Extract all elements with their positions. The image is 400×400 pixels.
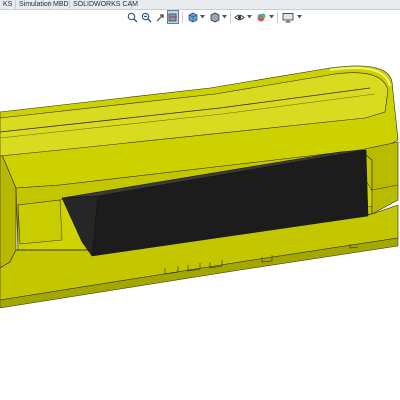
- hide-show-dropdown[interactable]: [246, 13, 252, 21]
- view-settings-dropdown[interactable]: [296, 13, 302, 21]
- edit-appearance-button[interactable]: [255, 10, 267, 24]
- tab-simulation[interactable]: Simulation: [16, 0, 52, 9]
- tab-mbd[interactable]: MBD: [50, 0, 70, 9]
- toolbar-separator: [182, 12, 183, 23]
- chevron-down-icon: [268, 15, 274, 19]
- view-orientation-button[interactable]: [186, 10, 198, 24]
- part-model: [0, 65, 399, 309]
- view-settings-icon: [282, 12, 294, 22]
- display-style-button[interactable]: [208, 10, 220, 24]
- zoom-to-fit-icon: [127, 12, 138, 23]
- display-style-icon: [210, 12, 219, 22]
- toolbar-separator: [277, 12, 278, 23]
- view-settings-button[interactable]: [282, 10, 294, 24]
- zoom-to-fit-button[interactable]: [126, 10, 138, 24]
- command-manager-tabs: KS Simulation MBD SOLIDWORKS CAM: [0, 0, 400, 10]
- chevron-down-icon: [221, 15, 227, 19]
- display-style-dropdown[interactable]: [221, 13, 227, 21]
- tab-solidworks-cam[interactable]: SOLIDWORKS CAM: [70, 0, 138, 9]
- heads-up-view-toolbar: [126, 10, 306, 26]
- previous-view-icon: [156, 13, 164, 21]
- previous-view-button[interactable]: [154, 10, 166, 24]
- view-orientation-icon: [188, 12, 197, 22]
- section-view-icon: [168, 13, 177, 22]
- toolbar-separator: [230, 12, 231, 23]
- hide-show-items-button[interactable]: [233, 10, 245, 24]
- section-view-button[interactable]: [167, 10, 179, 24]
- hide-show-items-icon: [233, 14, 245, 20]
- graphics-area[interactable]: [0, 10, 400, 400]
- view-orientation-dropdown[interactable]: [199, 13, 205, 21]
- chevron-down-icon: [296, 15, 302, 19]
- chevron-down-icon: [199, 15, 205, 19]
- zoom-to-area-icon: [141, 12, 152, 23]
- zoom-to-area-button[interactable]: [140, 10, 152, 24]
- appearance-dropdown[interactable]: [268, 13, 274, 21]
- tab-sketch-partial[interactable]: KS: [0, 0, 16, 9]
- chevron-down-icon: [246, 15, 252, 19]
- cavity-left-step: [17, 199, 63, 245]
- edit-appearance-icon: [257, 13, 265, 21]
